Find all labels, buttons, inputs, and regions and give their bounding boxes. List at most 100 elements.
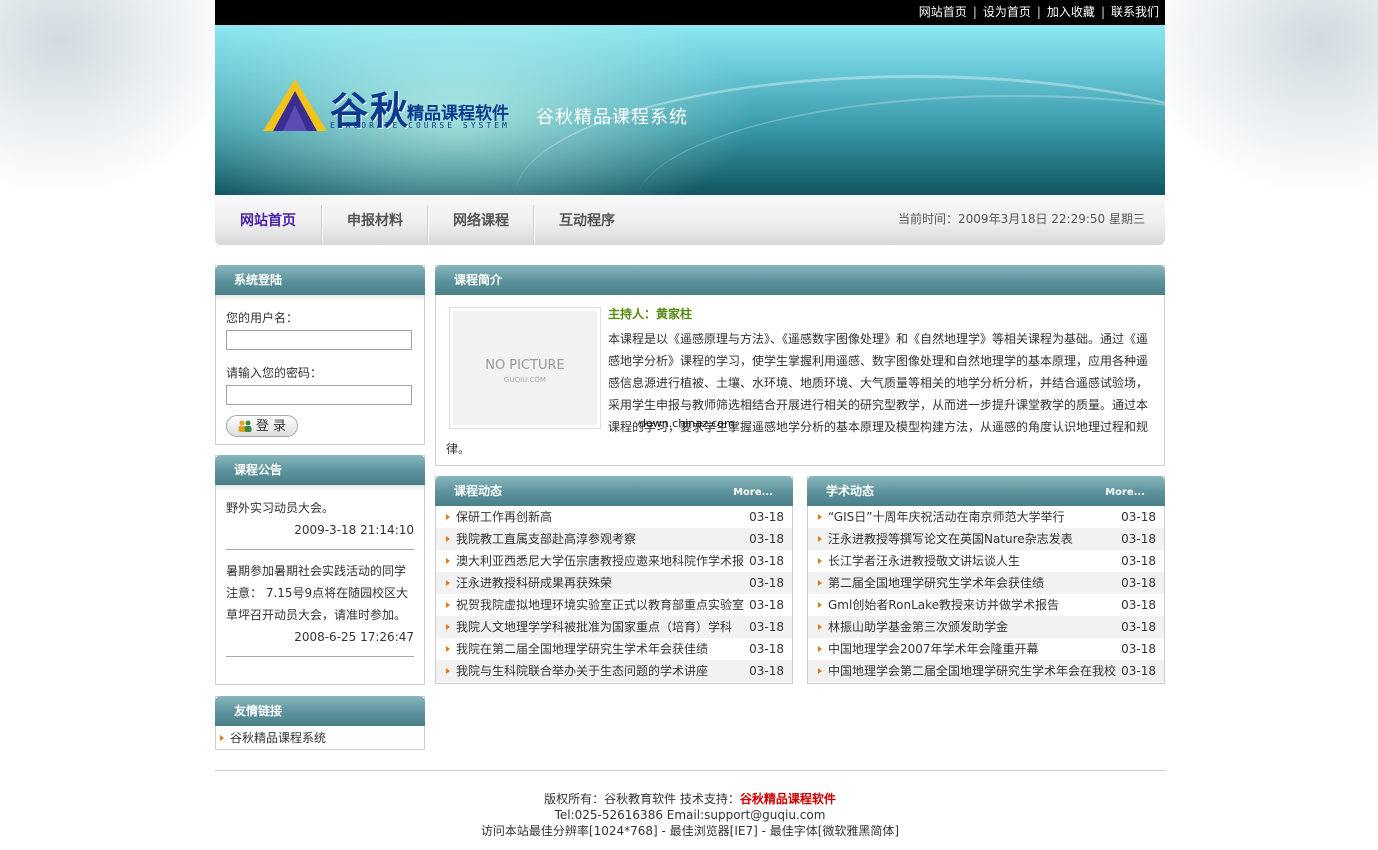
list-item[interactable]: 长江学者汪永进教授敬文讲坛谈人生 03-18 bbox=[808, 550, 1164, 572]
list-item[interactable]: 我院在第二届全国地理学研究生学术年会获佳绩 03-18 bbox=[436, 638, 792, 660]
list-item[interactable]: “GIS日”十周年庆祝活动在南京师范大学举行 03-18 bbox=[808, 506, 1164, 528]
bullet-arrow-icon bbox=[446, 646, 450, 652]
nav-declaration[interactable]: 申报材料 bbox=[323, 195, 427, 245]
footer-copyright: 版权所有：谷秋教育软件 技术支持：谷秋精品课程软件 bbox=[215, 791, 1165, 807]
tech-support-link[interactable]: 谷秋精品课程软件 bbox=[740, 792, 836, 806]
list-item-date: 03-18 bbox=[1121, 510, 1156, 524]
password-label: 请输入您的密码： bbox=[226, 366, 323, 380]
watermark-text: down.chinaz.com bbox=[639, 417, 735, 430]
list-item[interactable]: 我院人文地理学学科被批准为国家重点（培育）学科 03-18 bbox=[436, 616, 792, 638]
notice-divider bbox=[226, 549, 414, 550]
list-item-title: 我院与生科院联合举办关于生态问题的学术讲座 bbox=[456, 664, 709, 678]
academic-news-header: 学术动态 More... bbox=[807, 476, 1165, 506]
list-item[interactable]: 澳大利亚西悉尼大学伍宗唐教授应邀来地科院作学术报 03-18 bbox=[436, 550, 792, 572]
list-item-title: “GIS日”十周年庆祝活动在南京师范大学举行 bbox=[828, 510, 1065, 524]
course-intro-panel: 课程简介 NO PICTURE GUQIU.COM 主持人：黄家柱 本课程是以《… bbox=[435, 265, 1165, 466]
bullet-arrow-icon bbox=[446, 558, 450, 564]
notice-date: 2008-6-25 17:26:47 bbox=[294, 630, 414, 644]
list-item[interactable]: 汪永进教授等撰写论文在英国Nature杂志发表 03-18 bbox=[808, 528, 1164, 550]
separator: | bbox=[972, 5, 977, 19]
list-item-date: 03-18 bbox=[749, 532, 784, 546]
bullet-arrow-icon bbox=[220, 735, 224, 741]
list-item-title: 我院教工直属支部赴高淳参观考察 bbox=[456, 532, 637, 546]
academic-news-title: 学术动态 bbox=[826, 484, 875, 498]
list-item[interactable]: 第二届全国地理学研究生学术年会获佳绩 03-18 bbox=[808, 572, 1164, 594]
username-input[interactable] bbox=[226, 330, 412, 350]
float-spacer bbox=[446, 328, 608, 428]
list-item-title: 中国地理学会2007年学术年会隆重开幕 bbox=[828, 642, 1039, 656]
list-item[interactable]: Gml创始者RonLake教授来访并做学术报告 03-18 bbox=[808, 594, 1164, 616]
list-item-title: 我院在第二届全国地理学研究生学术年会获佳绩 bbox=[456, 642, 709, 656]
notice-title: 课程公告 bbox=[215, 455, 425, 485]
list-item-date: 03-18 bbox=[749, 664, 784, 678]
bullet-arrow-icon bbox=[818, 602, 822, 608]
course-news-list: 保研工作再创新高 03-18 我院教工直属支部赴高淳参观考察 03-18 澳大利亚西… bbox=[436, 506, 792, 682]
password-input[interactable] bbox=[226, 385, 412, 405]
list-item-date: 03-18 bbox=[749, 510, 784, 524]
list-item-title: 保研工作再创新高 bbox=[456, 510, 553, 524]
page-wrapper: 网站首页 | 设为首页 | 加入收藏 | 联系我们 谷秋 精品课程软件 ELABORATE … bbox=[215, 0, 1165, 245]
nav-online-course[interactable]: 网络课程 bbox=[429, 195, 533, 245]
header-banner: 谷秋 精品课程软件 ELABORATE COURSE SYSTEM 谷秋精品课程… bbox=[215, 25, 1165, 195]
list-item-date: 03-18 bbox=[1121, 532, 1156, 546]
list-item-date: 03-18 bbox=[749, 554, 784, 568]
login-title: 系统登陆 bbox=[215, 265, 425, 295]
list-item-title: 中国地理学会第二届全国地理学研究生学术年会在我校 bbox=[828, 664, 1117, 678]
list-item-title: 汪永进教授科研成果再获殊荣 bbox=[456, 576, 613, 590]
intro-content: NO PICTURE GUQIU.COM 主持人：黄家柱 本课程是以《遥感原理与… bbox=[436, 295, 1164, 463]
list-item-date: 03-18 bbox=[749, 620, 784, 634]
toplink-add-favorite[interactable]: 加入收藏 bbox=[1047, 5, 1095, 19]
list-item[interactable]: 我院教工直属支部赴高淳参观考察 03-18 bbox=[436, 528, 792, 550]
list-item-date: 03-18 bbox=[749, 642, 784, 656]
bullet-arrow-icon bbox=[818, 514, 822, 520]
site-title: 谷秋精品课程系统 bbox=[536, 107, 688, 128]
course-news-panel: 课程动态 More... 保研工作再创新高 03-18 我院教工直属支部赴高淳参观考… bbox=[435, 476, 793, 684]
list-item-date: 03-18 bbox=[749, 598, 784, 612]
course-news-header: 课程动态 More... bbox=[435, 476, 793, 506]
list-item[interactable]: 祝贺我院虚拟地理环境实验室正式以教育部重点实验室 03-18 bbox=[436, 594, 792, 616]
list-item-title: 祝贺我院虚拟地理环境实验室正式以教育部重点实验室 bbox=[456, 598, 745, 612]
copyright-text: 版权所有：谷秋教育软件 技术支持： bbox=[544, 792, 740, 806]
notice-divider bbox=[226, 656, 414, 657]
list-item-date: 03-18 bbox=[749, 576, 784, 590]
toplink-contact[interactable]: 联系我们 bbox=[1111, 5, 1159, 19]
friend-link-item[interactable]: 谷秋精品课程系统 bbox=[216, 728, 424, 748]
course-host: 主持人：黄家柱 bbox=[608, 307, 693, 321]
users-icon bbox=[238, 420, 252, 432]
list-item-title: 第二届全国地理学研究生学术年会获佳绩 bbox=[828, 576, 1045, 590]
bullet-arrow-icon bbox=[818, 624, 822, 630]
academic-news-list: “GIS日”十周年庆祝活动在南京师范大学举行 03-18 汪永进教授等撰写论文在英… bbox=[808, 506, 1164, 682]
notice-item[interactable]: 暑期参加暑期社会实践活动的同学注意： 7.15号9点将在随园校区大草坪召开动员大… bbox=[226, 560, 414, 626]
list-item-date: 03-18 bbox=[1121, 576, 1156, 590]
course-news-more-link[interactable]: More... bbox=[733, 478, 773, 508]
list-item[interactable]: 保研工作再创新高 03-18 bbox=[436, 506, 792, 528]
page-footer: 版权所有：谷秋教育软件 技术支持：谷秋精品课程软件 Tel:025-526163… bbox=[215, 770, 1165, 839]
academic-news-panel: 学术动态 More... “GIS日”十周年庆祝活动在南京师范大学举行 03-18 … bbox=[807, 476, 1165, 684]
nav-interactive[interactable]: 互动程序 bbox=[535, 195, 639, 245]
notice-item[interactable]: 野外实习动员大会。 bbox=[226, 497, 414, 519]
list-item-title: 林振山助学基金第三次颁发助学金 bbox=[828, 620, 1009, 634]
main-nav: 网站首页 申报材料 网络课程 互动程序 当前时间：2009年3月18日 22:2… bbox=[215, 195, 1165, 245]
list-item-date: 03-18 bbox=[1121, 620, 1156, 634]
nav-home[interactable]: 网站首页 bbox=[215, 195, 321, 245]
logo-triangle-icon bbox=[263, 79, 327, 131]
list-item[interactable]: 中国地理学会第二届全国地理学研究生学术年会在我校 03-18 bbox=[808, 660, 1164, 682]
list-item-date: 03-18 bbox=[1121, 642, 1156, 656]
login-button[interactable]: 登 录 bbox=[226, 415, 298, 437]
toplink-set-homepage[interactable]: 设为首页 bbox=[983, 5, 1031, 19]
toplink-home[interactable]: 网站首页 bbox=[919, 5, 967, 19]
list-item[interactable]: 林振山助学基金第三次颁发助学金 03-18 bbox=[808, 616, 1164, 638]
bullet-arrow-icon bbox=[446, 536, 450, 542]
list-item[interactable]: 汪永进教授科研成果再获殊荣 03-18 bbox=[436, 572, 792, 594]
bullet-arrow-icon bbox=[818, 646, 822, 652]
bullet-arrow-icon bbox=[818, 536, 822, 542]
list-item[interactable]: 中国地理学会2007年学术年会隆重开幕 03-18 bbox=[808, 638, 1164, 660]
bullet-arrow-icon bbox=[818, 580, 822, 586]
top-link-bar: 网站首页 | 设为首页 | 加入收藏 | 联系我们 bbox=[215, 0, 1165, 25]
list-item[interactable]: 我院与生科院联合举办关于生态问题的学术讲座 03-18 bbox=[436, 660, 792, 682]
bullet-arrow-icon bbox=[818, 668, 822, 674]
notice-list: 野外实习动员大会。 2009-3-18 21:14:10 暑期参加暑期社会实践活… bbox=[216, 497, 424, 657]
friend-links-title: 友情链接 bbox=[215, 696, 425, 726]
academic-news-more-link[interactable]: More... bbox=[1105, 478, 1145, 508]
footer-advice: 访问本站最佳分辨率[1024*768] - 最佳浏览器[IE7] - 最佳字体[… bbox=[480, 824, 900, 838]
